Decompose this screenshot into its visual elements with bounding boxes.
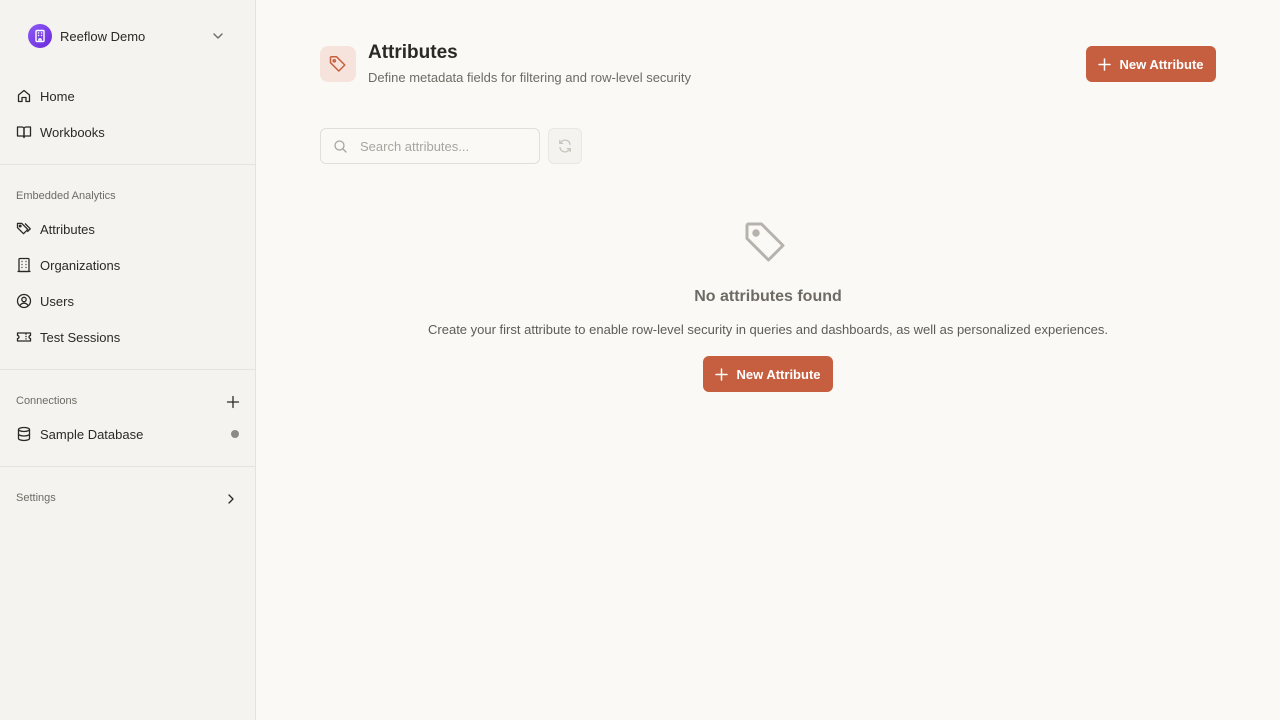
add-connection-button[interactable] [224,393,242,411]
sidebar-item-sample-database[interactable]: Sample Database [8,418,248,450]
home-icon [16,88,32,104]
tag-icon [329,55,346,72]
sidebar-item-label: Sample Database [40,426,144,442]
user-circle-icon [16,293,32,309]
chevron-down-icon [210,28,226,49]
workspace-name: Reeflow Demo [60,28,146,44]
page-subtitle: Define metadata fields for filtering and… [368,70,691,85]
plus-icon [1098,57,1112,71]
chevron-right-icon [228,494,234,504]
section-label-settings[interactable]: Settings [16,492,56,504]
empty-state-new-attribute-button[interactable]: New Attribute [703,356,833,392]
sidebar-item-test-sessions[interactable]: Test Sessions [8,321,248,353]
sidebar-item-label: Test Sessions [40,329,121,345]
search-icon [334,139,347,153]
sidebar-item-home[interactable]: Home [8,80,248,112]
settings-expand-button[interactable] [224,491,238,507]
connection-status-dot [231,430,239,438]
page-title-badge [320,46,356,82]
tag-icon [745,222,785,262]
sidebar-divider [0,369,255,370]
sidebar-item-attributes[interactable]: Attributes [8,213,248,245]
refresh-icon [559,139,571,153]
ticket-icon [16,329,32,345]
search-box[interactable] [320,128,540,164]
empty-state-title: No attributes found [694,288,842,305]
plus-icon [715,367,729,381]
new-attribute-button[interactable]: New Attribute [1086,46,1216,82]
main-content: Attributes Define metadata fields for fi… [256,0,1280,720]
sidebar: Reeflow Demo Home Workbooks Embedded Ana… [0,0,256,720]
building-icon [28,24,52,48]
section-label-embedded-analytics: Embedded Analytics [16,190,116,202]
sidebar-item-label: Attributes [40,221,95,237]
new-attribute-label: New Attribute [1119,56,1204,72]
empty-state-button-label: New Attribute [736,366,821,382]
sidebar-divider [0,466,255,467]
sidebar-item-label: Users [40,293,74,309]
database-icon [16,426,32,442]
sidebar-item-label: Home [40,88,75,104]
sidebar-item-users[interactable]: Users [8,285,248,317]
sidebar-item-organizations[interactable]: Organizations [8,249,248,281]
building-office-icon [16,257,32,273]
section-label-connections: Connections [16,395,78,407]
workspace-switcher[interactable]: Reeflow Demo [16,20,240,52]
empty-state-description: Create your first attribute to enable ro… [428,322,1108,337]
book-open-icon [16,124,32,140]
sidebar-item-label: Workbooks [40,124,105,140]
refresh-button[interactable] [548,128,582,164]
tags-icon [16,221,32,237]
sidebar-divider [0,164,255,165]
sidebar-item-workbooks[interactable]: Workbooks [8,116,248,148]
search-input[interactable] [360,138,530,154]
plus-icon [226,395,240,409]
sidebar-item-label: Organizations [40,257,121,273]
page-title: Attributes [368,42,458,63]
